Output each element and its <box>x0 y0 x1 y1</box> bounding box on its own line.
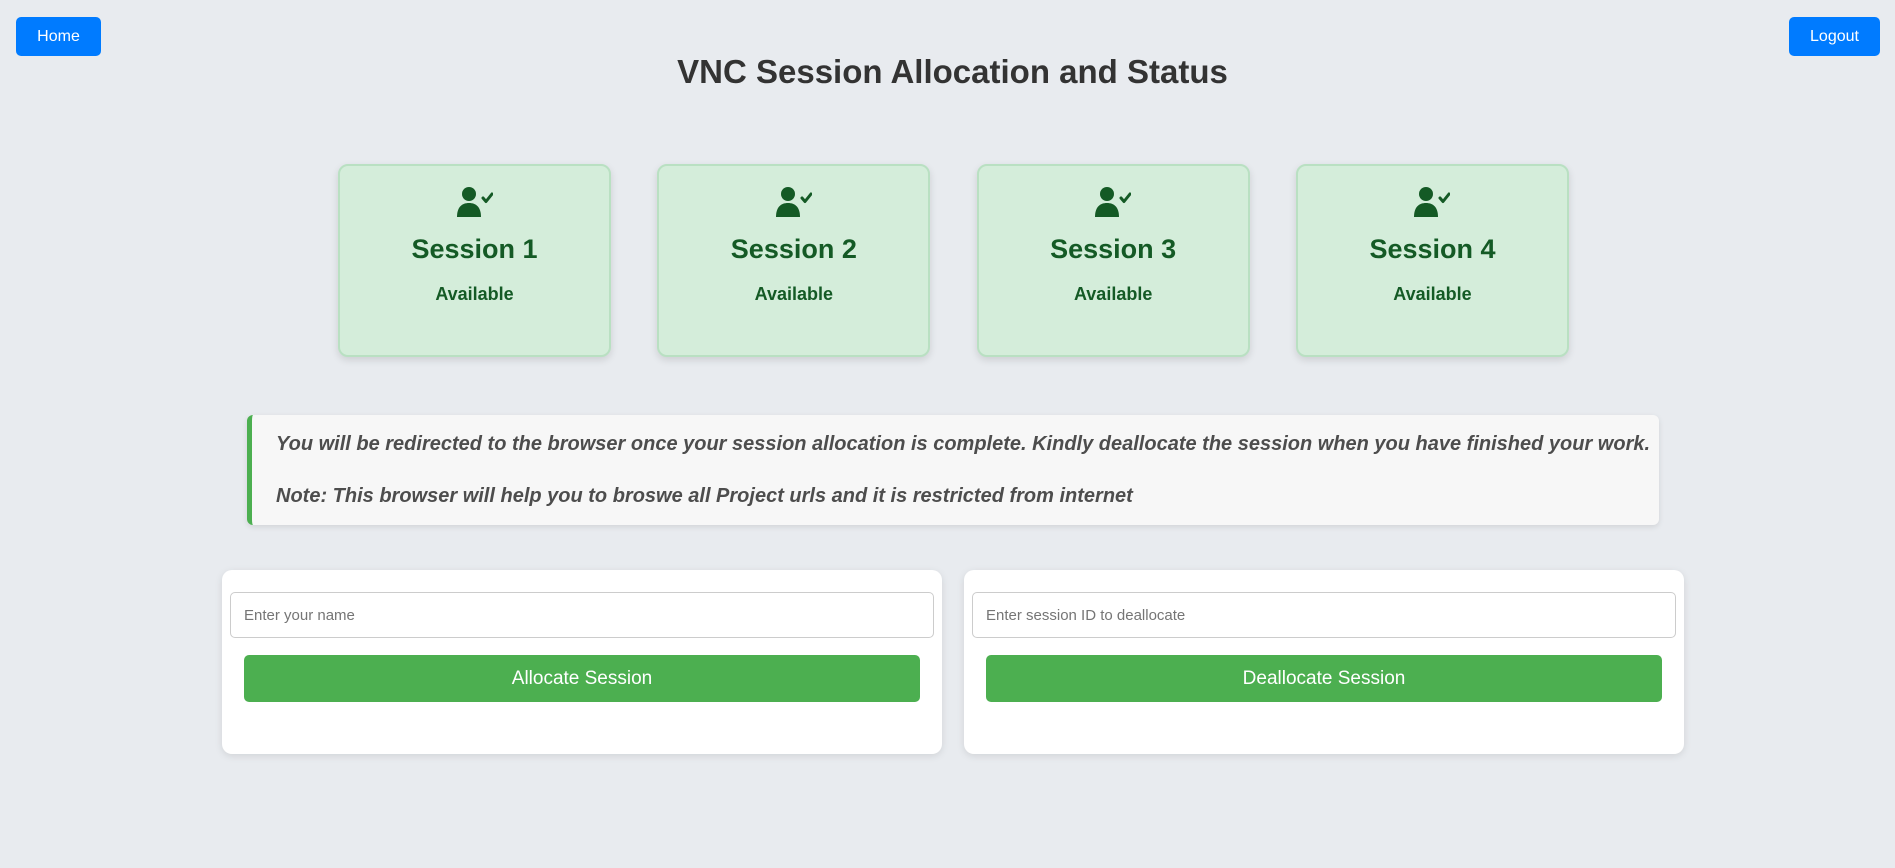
allocate-session-button[interactable]: Allocate Session <box>244 655 920 702</box>
session-name: Session 1 <box>411 234 538 264</box>
session-list: Session 1 Available Session 2 Available … <box>338 164 1569 357</box>
page-title: VNC Session Allocation and Status <box>677 53 1228 90</box>
deallocate-panel: Deallocate Session <box>964 570 1684 754</box>
session-name: Session 4 <box>1369 234 1496 264</box>
user-check-icon <box>775 187 812 217</box>
name-input[interactable] <box>230 592 934 638</box>
notice-browser-note: Note: This browser will help you to bros… <box>276 485 1133 507</box>
session-card-3: Session 3 Available <box>976 164 1250 357</box>
session-status: Available <box>754 284 834 304</box>
home-button[interactable]: Home <box>16 17 101 56</box>
session-card-1: Session 1 Available <box>338 164 611 357</box>
notice-redirect-text: You will be redirected to the browser on… <box>276 433 1651 455</box>
session-status: Available <box>1073 284 1153 304</box>
user-check-icon <box>1095 187 1132 217</box>
session-card-4: Session 4 Available <box>1295 164 1569 357</box>
logout-button[interactable]: Logout <box>1789 17 1880 56</box>
user-check-icon <box>456 187 493 217</box>
session-id-input[interactable] <box>972 592 1676 638</box>
deallocate-session-button[interactable]: Deallocate Session <box>986 655 1662 702</box>
session-name: Session 3 <box>1050 234 1177 264</box>
session-name: Session 2 <box>730 234 857 264</box>
session-card-2: Session 2 Available <box>657 164 931 357</box>
allocate-panel: Allocate Session <box>222 570 942 754</box>
info-notice: You will be redirected to the browser on… <box>247 415 1659 525</box>
session-status: Available <box>435 284 514 304</box>
session-status: Available <box>1393 284 1472 304</box>
user-check-icon <box>1414 187 1451 217</box>
